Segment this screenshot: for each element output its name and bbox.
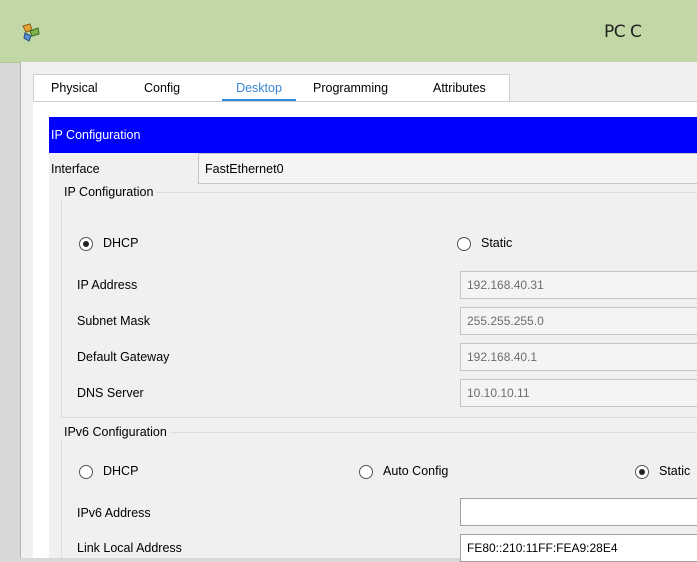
ipv6-group-title: IPv6 Configuration — [61, 425, 170, 439]
ipv6-address-field[interactable] — [460, 498, 697, 526]
packet-tracer-pc-icon — [22, 23, 40, 42]
ipv6-dhcp-label[interactable]: DHCP — [103, 464, 138, 478]
ipv6-group-border-left — [61, 432, 62, 558]
header-title: IP Configuration — [51, 128, 141, 142]
ipv4-static-label[interactable]: Static — [481, 236, 512, 250]
tab-attributes[interactable]: Attributes — [433, 75, 486, 102]
ip-address-field[interactable]: 192.168.40.31 — [460, 271, 697, 299]
ipv6-auto-config-radio[interactable] — [359, 465, 373, 479]
tab-programming[interactable]: Programming — [313, 75, 388, 102]
ipv4-dhcp-label[interactable]: DHCP — [103, 236, 138, 250]
subnet-mask-label: Subnet Mask — [77, 314, 150, 328]
ipv6-static-radio[interactable] — [635, 465, 649, 479]
ip-configuration-header: IP Configuration — [49, 117, 697, 153]
dns-server-label: DNS Server — [77, 386, 144, 400]
ipv4-static-radio[interactable] — [457, 237, 471, 251]
link-local-address-label: Link Local Address — [77, 541, 182, 555]
tab-desktop[interactable]: Desktop — [222, 75, 296, 102]
ip-configuration-form: Interface FastEthernet0 IP Configuration… — [49, 153, 697, 562]
interface-select[interactable]: FastEthernet0 — [198, 153, 697, 184]
tab-physical[interactable]: Physical — [51, 75, 98, 102]
ipv4-group-title: IP Configuration — [61, 185, 157, 199]
default-gateway-label: Default Gateway — [77, 350, 170, 364]
ipv6-auto-config-label[interactable]: Auto Config — [383, 464, 448, 478]
window-titlebar: PC C — [0, 0, 697, 63]
interface-label: Interface — [51, 162, 100, 176]
dns-server-field[interactable]: 10.10.10.11 — [460, 379, 697, 407]
tab-config[interactable]: Config — [144, 75, 180, 102]
ipv6-static-label[interactable]: Static — [659, 464, 690, 478]
window-client-area: Physical Config Desktop Programming Attr… — [20, 62, 697, 562]
default-gateway-field[interactable]: 192.168.40.1 — [460, 343, 697, 371]
ipv6-dhcp-radio[interactable] — [79, 465, 93, 479]
subnet-mask-field[interactable]: 255.255.255.0 — [460, 307, 697, 335]
ipv6-address-label: IPv6 Address — [77, 506, 151, 520]
window-title: PC C — [604, 22, 642, 42]
tab-row: Physical Config Desktop Programming Attr… — [33, 74, 510, 102]
ipv4-group-border-left — [61, 192, 62, 417]
desktop-panel: IP Configuration Interface FastEthernet0… — [33, 102, 697, 562]
tab-strip: Physical Config Desktop Programming Attr… — [33, 72, 697, 102]
ipv4-dhcp-radio[interactable] — [79, 237, 93, 251]
ipv4-group-border-bottom — [61, 417, 697, 418]
ip-address-label: IP Address — [77, 278, 138, 292]
